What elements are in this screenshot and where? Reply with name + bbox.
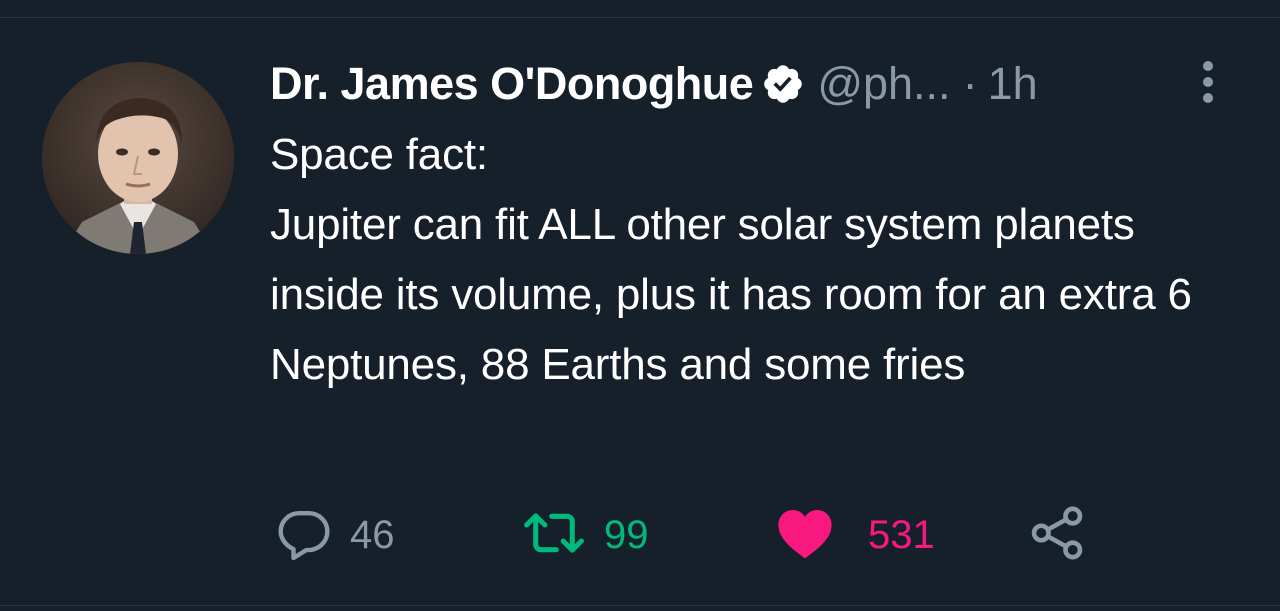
tweet-header: Dr. James O'Donoghue @ph... · 1h bbox=[270, 56, 1038, 112]
retweet-count: 99 bbox=[604, 512, 649, 557]
reply-icon bbox=[276, 505, 332, 566]
retweet-icon bbox=[522, 505, 586, 566]
tweet-actions: 46 99 531 bbox=[0, 500, 1280, 570]
retweet-button[interactable]: 99 bbox=[522, 500, 649, 570]
verified-badge-icon bbox=[761, 62, 805, 106]
reply-button[interactable]: 46 bbox=[276, 500, 395, 570]
bottom-divider bbox=[0, 605, 1280, 606]
share-icon bbox=[1028, 504, 1086, 567]
author-display-name[interactable]: Dr. James O'Donoghue bbox=[270, 58, 754, 110]
share-button[interactable] bbox=[1028, 500, 1086, 570]
more-options-icon[interactable] bbox=[1196, 58, 1220, 106]
avatar[interactable] bbox=[42, 62, 234, 254]
author-handle[interactable]: @ph... bbox=[817, 58, 950, 110]
tweet-timestamp[interactable]: 1h bbox=[988, 58, 1038, 110]
tweet-text: Space fact: Jupiter can fit ALL other so… bbox=[270, 130, 1192, 389]
separator-dot: · bbox=[962, 58, 978, 109]
like-button[interactable]: 531 bbox=[776, 500, 935, 570]
reply-count: 46 bbox=[350, 512, 395, 557]
top-divider bbox=[0, 17, 1280, 18]
like-count: 531 bbox=[868, 512, 935, 557]
heart-icon bbox=[776, 506, 834, 565]
